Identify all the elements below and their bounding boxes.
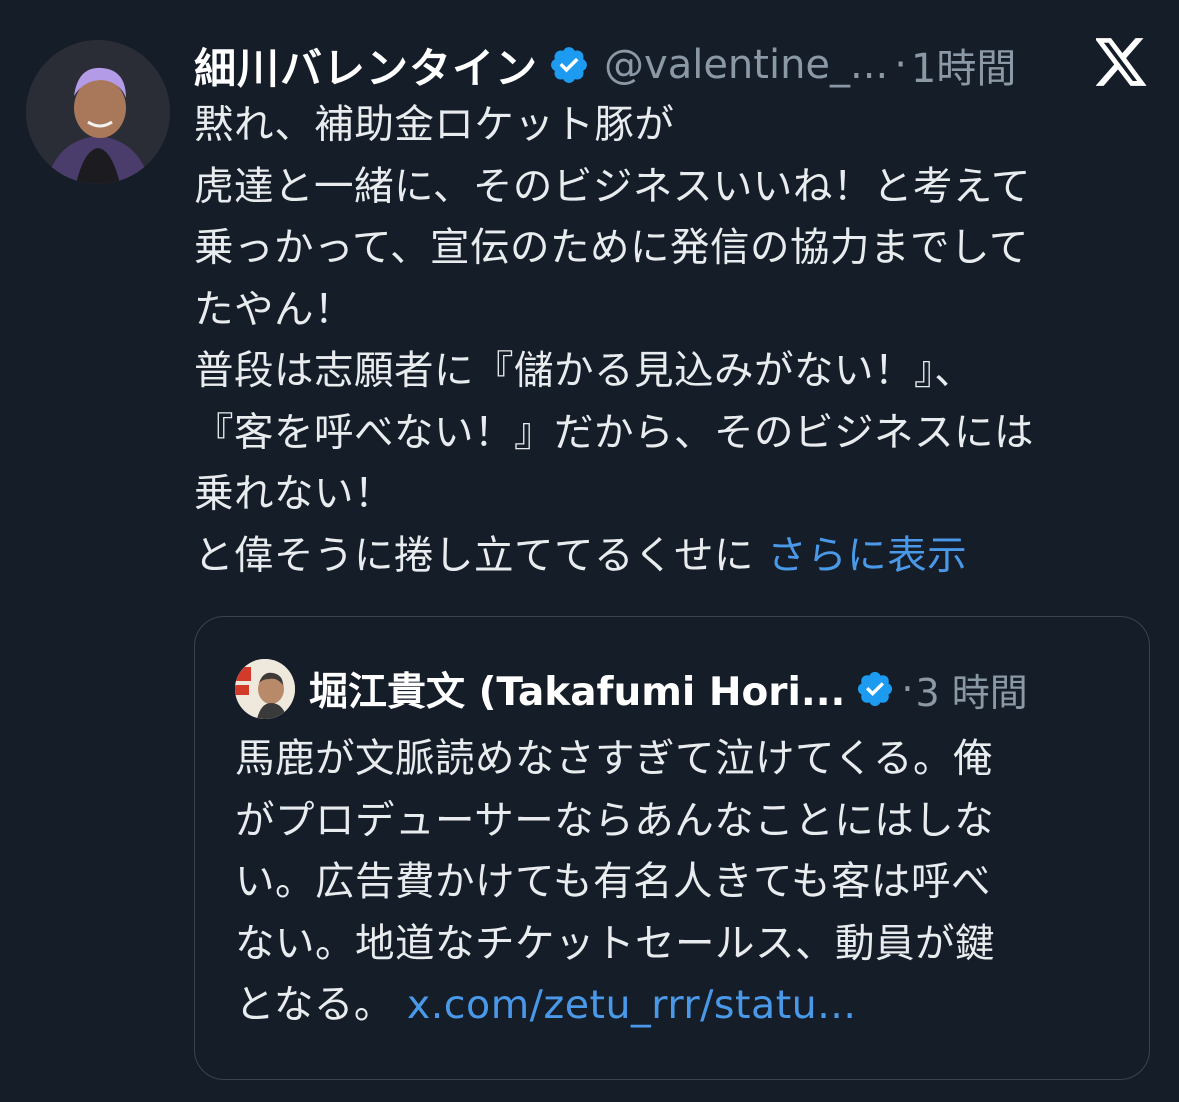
quoted-text-line: がプロデューサーならあんなことにはしな [235, 797, 995, 844]
tweet-text-line: と偉そうに捲し立ててるくせに [194, 532, 768, 579]
tweet-header: 細川バレンタイン @valentine_... · 1時間 [194, 36, 1016, 94]
quoted-tweet-link[interactable]: x.com/zetu_rrr/statu... [407, 982, 857, 1028]
tweet-text-line-last: と偉そうに捲し立ててるくせに さらに表示 [194, 526, 1154, 588]
tweet-text-line: 『客を呼べない！』だから、そのビジネスには [194, 409, 1034, 456]
author-avatar[interactable] [26, 40, 170, 184]
tweet-text-line: 乗っかって、宣伝のために発信の協力までして [194, 225, 1029, 271]
quoted-text-line-last: となる。 x.com/zetu_rrr/statu... [235, 975, 1115, 1037]
tweet-timestamp[interactable]: 1時間 [911, 36, 1016, 94]
author-avatar-image [26, 40, 170, 184]
verified-badge-icon[interactable] [548, 44, 590, 86]
tweet-text-line: 普段は志願者に『儲かる見込みがない！』、 [194, 348, 975, 394]
tweet-text-line: たやん！ [194, 286, 354, 333]
tweet-text-line: 虎達と一緒に、そのビジネスいいね！と考えて [194, 163, 1031, 210]
tweet-text: 黙れ、補助金ロケット豚が 虎達と一緒に、そのビジネスいいね！と考えて 乗っかって… [194, 95, 1154, 587]
tweet-text-line: 乗れない！ [194, 471, 394, 517]
quoted-verified-badge-icon[interactable] [855, 669, 895, 709]
quoted-header-separator: · [901, 667, 914, 711]
show-more-link[interactable]: さらに表示 [767, 533, 967, 579]
quoted-tweet-card[interactable]: 堀江貴文 (Takafumi Hori... · 3 時間 馬鹿が文脈読めなさす… [194, 616, 1150, 1080]
author-display-name[interactable]: 細川バレンタイン [194, 35, 538, 96]
quoted-text-line: 馬鹿が文脈読めなさすぎて泣けてくる。俺 [235, 736, 994, 782]
quoted-author-avatar[interactable] [235, 659, 295, 719]
quoted-text-line: い。広告費かけても有名人きても客は呼べ [235, 859, 992, 905]
quoted-author-display-name[interactable]: 堀江貴文 (Takafumi Hori... [309, 661, 845, 717]
quoted-tweet-timestamp[interactable]: 3 時間 [915, 662, 1027, 717]
x-logo-icon[interactable] [1094, 38, 1148, 86]
author-handle[interactable]: @valentine_... [604, 42, 888, 88]
quoted-tweet-header: 堀江貴文 (Takafumi Hori... · 3 時間 [235, 659, 1028, 719]
header-separator: · [894, 42, 907, 88]
quoted-tweet-text: 馬鹿が文脈読めなさすぎて泣けてくる。俺 がプロデューサーならあんなことにはしな … [235, 729, 1115, 1037]
quoted-text-line: ない。地道なチケットセールス、動員が鍵 [235, 920, 995, 967]
quoted-text-line: となる。 [235, 982, 407, 1028]
tweet-text-line: 黙れ、補助金ロケット豚が [194, 102, 675, 148]
quoted-author-avatar-image [235, 659, 295, 719]
tweet[interactable]: 細川バレンタイン @valentine_... · 1時間 黙れ、補助金ロケット… [0, 0, 1179, 1102]
